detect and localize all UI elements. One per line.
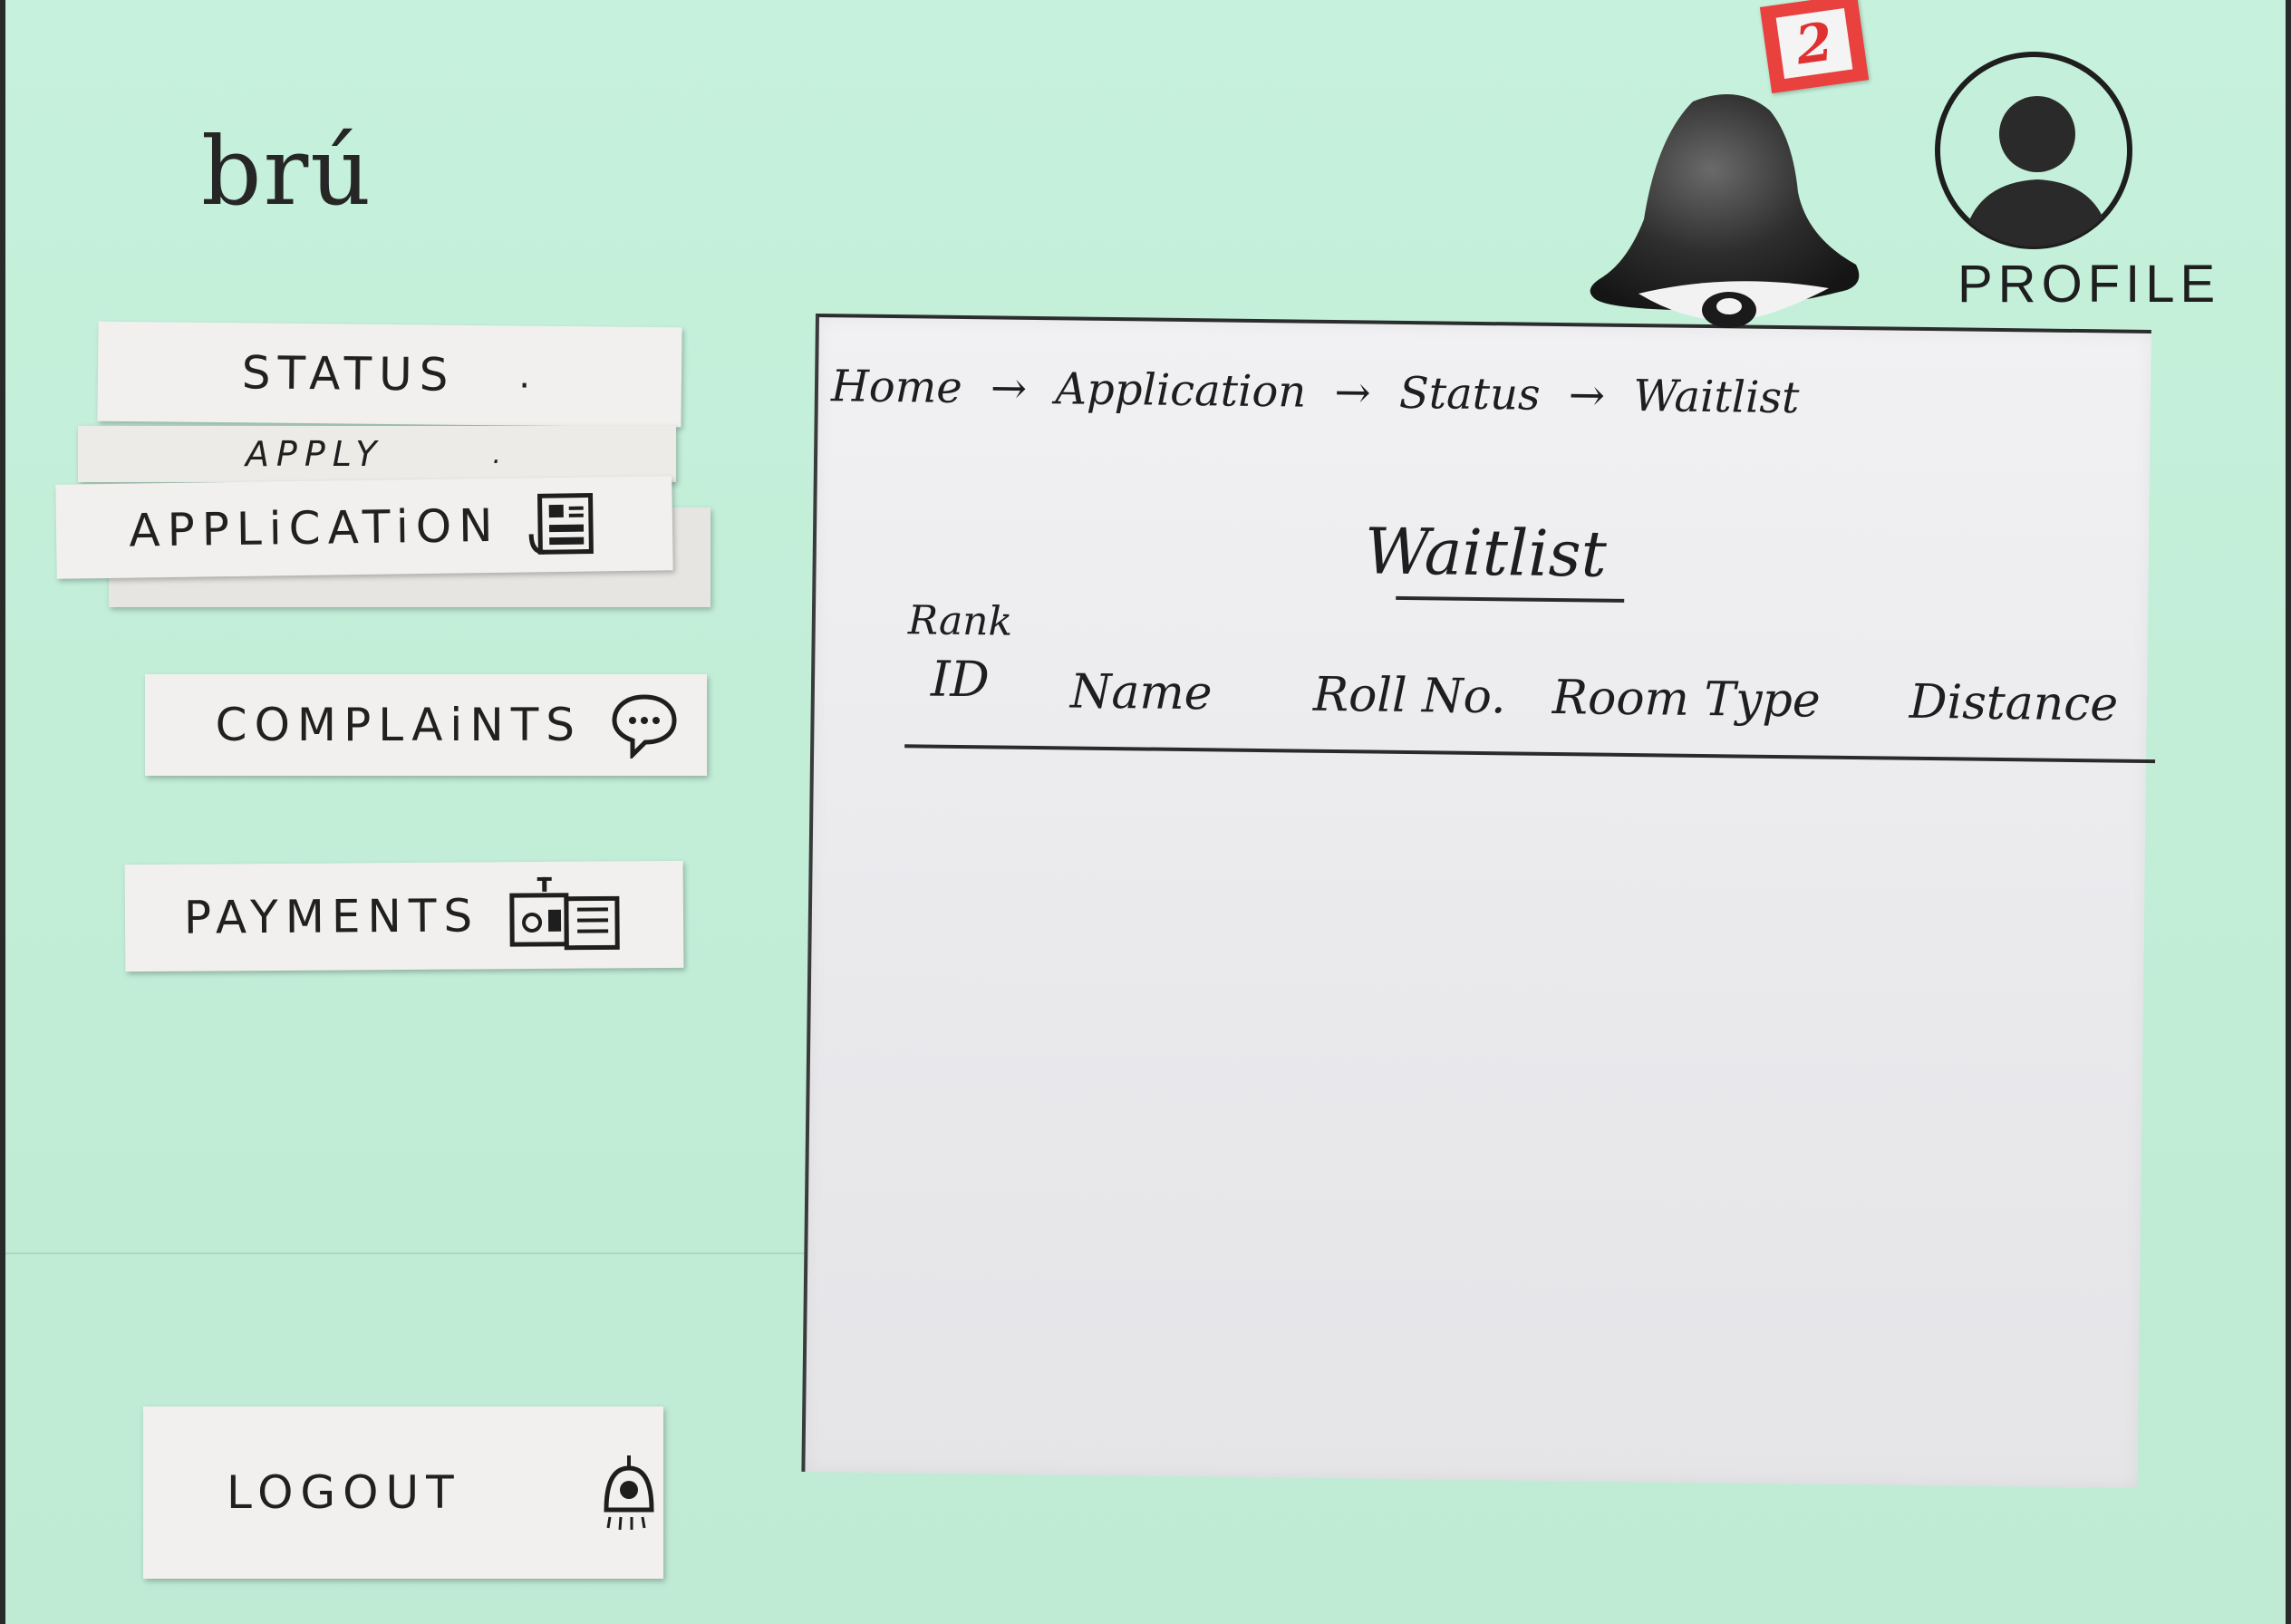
sidebar-item-marker: . [492, 438, 509, 470]
sidebar-item-status[interactable]: STATUS . [97, 321, 682, 428]
column-header-name: Name [1069, 664, 1213, 721]
payment-icon [507, 871, 625, 959]
speech-bubble-icon [609, 691, 680, 759]
notification-count: 2 [1775, 8, 1853, 79]
paper-fold [5, 1252, 857, 1254]
profile-label[interactable]: PROFILE [1958, 254, 2220, 314]
sidebar-item-application[interactable]: APPLiCATiON [55, 476, 673, 579]
sidebar-item-payments[interactable]: PAYMENTS [124, 860, 684, 972]
breadcrumb: Home → Application → Status → Waitlist [831, 361, 1814, 423]
sidebar-item-label: APPLiCATiON [129, 498, 500, 557]
sidebar-item-label: LOGOUT [227, 1466, 461, 1519]
sidebar-item-label: COMPLAiNTS [215, 699, 582, 751]
sidebar-item-complaints[interactable]: COMPLAiNTS [145, 674, 707, 776]
app-logo[interactable]: brú [201, 116, 372, 227]
notification-bell-button[interactable] [1584, 83, 1883, 346]
logout-icon [597, 1452, 661, 1533]
column-header-rank: Rank [907, 597, 1013, 645]
page-title-underline [1396, 595, 1625, 603]
bell-icon [1590, 94, 1860, 328]
application-form-icon [527, 491, 600, 557]
breadcrumb-item-status[interactable]: Status [1399, 368, 1541, 420]
column-header-distance: Distance [1909, 674, 2119, 732]
column-header-id: ID [930, 650, 991, 709]
sidebar-item-marker: . [518, 354, 538, 397]
breadcrumb-item-waitlist: Waitlist [1632, 371, 1800, 424]
main-content-panel: Home → Application → Status → Waitlist W… [801, 314, 2156, 1488]
sidebar-item-apply[interactable]: APPLY . [78, 426, 676, 482]
column-header-room-type: Room Type [1552, 670, 1821, 729]
sidebar-item-label: APPLY [245, 434, 384, 474]
breadcrumb-separator: → [1334, 367, 1372, 419]
table-header-divider [904, 744, 2156, 764]
page-title: Waitlist [1364, 514, 1608, 592]
sidebar-item-label: PAYMENTS [183, 889, 480, 944]
profile-avatar-button[interactable] [1930, 47, 2137, 254]
sidebar-item-label: STATUS [241, 346, 456, 401]
column-header-roll-no: Roll No. [1312, 667, 1506, 725]
breadcrumb-separator: → [1568, 370, 1606, 421]
avatar-icon [1935, 52, 2132, 249]
notification-badge: 2 [1759, 0, 1870, 94]
breadcrumb-item-home[interactable]: Home [831, 361, 962, 413]
sidebar-item-logout[interactable]: LOGOUT [143, 1406, 663, 1579]
breadcrumb-item-application[interactable]: Application [1055, 363, 1306, 417]
breadcrumb-separator: → [990, 362, 1028, 414]
